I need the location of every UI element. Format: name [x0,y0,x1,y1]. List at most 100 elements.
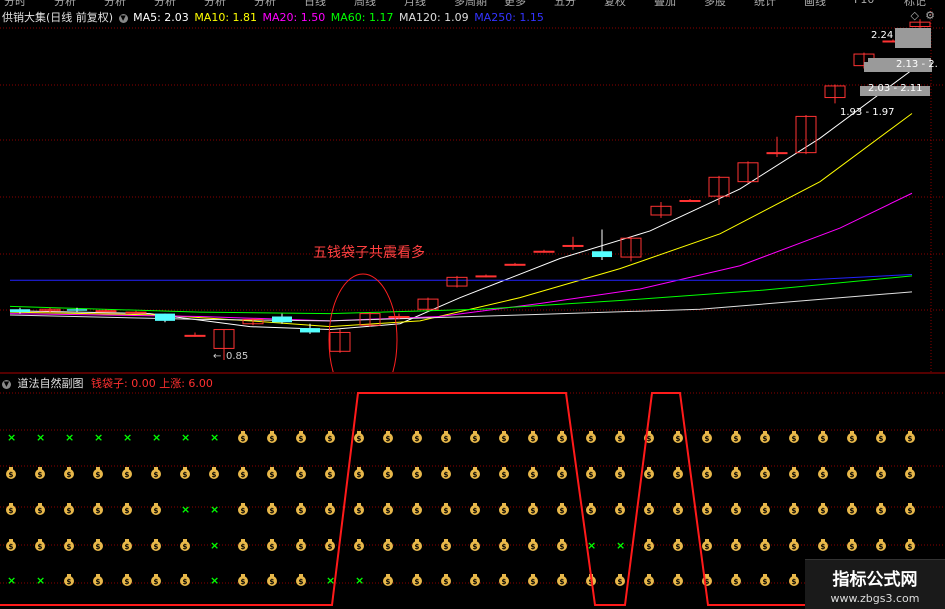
money-bag-icon: $ [412,431,422,443]
svg-text:$: $ [560,578,565,586]
money-bag-icon: $ [731,503,741,515]
svg-text:$: $ [154,471,159,479]
svg-text:$: $ [908,435,913,443]
svg-text:$: $ [96,578,101,586]
money-bag-icon: $ [615,431,625,443]
candlestick-chart: 五钱袋子共震看多 ← 0.85 2.24 2.13 - 2. 2.03 - 2.… [0,8,945,372]
money-bag-icon: $ [412,539,422,551]
svg-text:$: $ [473,578,478,586]
money-bag-icon: $ [180,574,190,586]
svg-text:$: $ [183,578,188,586]
money-bag-icon: $ [441,467,451,479]
chevron-down-icon[interactable]: ▼ [118,13,128,23]
svg-text:$: $ [444,578,449,586]
svg-text:$: $ [502,543,507,551]
chevron-down-icon[interactable]: ▼ [2,379,11,389]
svg-text:$: $ [415,435,420,443]
svg-text:$: $ [647,435,652,443]
candlestick [592,229,612,260]
svg-text:$: $ [299,507,304,515]
money-bag-icon: $ [876,431,886,443]
svg-text:$: $ [212,471,217,479]
money-bag-icon: $ [818,431,828,443]
money-bag-icon: $ [499,574,509,586]
svg-text:$: $ [241,471,246,479]
money-bag-icon: $ [499,431,509,443]
svg-text:$: $ [531,435,536,443]
svg-text:$: $ [589,471,594,479]
money-bag-icon: $ [760,503,770,515]
svg-text:$: $ [647,543,652,551]
money-bag-icon: $ [731,574,741,586]
candle-body [562,244,584,247]
money-bag-icon: $ [412,574,422,586]
svg-text:$: $ [676,435,681,443]
money-bag-icon: $ [93,539,103,551]
svg-text:$: $ [502,471,507,479]
candle-body [95,310,117,313]
svg-text:$: $ [444,507,449,515]
money-bag-icon: $ [412,503,422,515]
money-bag-icon: $ [441,574,451,586]
money-bag-icon: $ [325,539,335,551]
money-bag-icon: $ [876,503,886,515]
svg-text:$: $ [357,471,362,479]
money-bag-icon: $ [296,503,306,515]
gear-icon[interactable]: ⚙ [925,9,935,22]
svg-text:$: $ [96,543,101,551]
money-bag-icon: $ [383,431,393,443]
svg-text:$: $ [241,578,246,586]
money-bag-icon: $ [644,574,654,586]
svg-text:$: $ [589,435,594,443]
money-bag-icon: $ [6,467,16,479]
bearish-x-marker: × [616,539,625,552]
subchart-values: 钱袋子: 0.00 上涨: 6.00 [91,377,213,390]
money-bag-icon: $ [644,431,654,443]
money-bag-icon: $ [673,539,683,551]
svg-text:$: $ [270,543,275,551]
signal-line [0,392,945,606]
svg-text:$: $ [241,435,246,443]
svg-text:$: $ [328,471,333,479]
svg-text:$: $ [386,578,391,586]
money-bag-icon: $ [499,539,509,551]
svg-text:$: $ [67,507,72,515]
svg-text:$: $ [299,435,304,443]
svg-text:$: $ [705,435,710,443]
money-bag-icon: $ [296,431,306,443]
svg-text:$: $ [299,578,304,586]
money-bag-icon: $ [354,503,364,515]
money-bag-icon: $ [789,574,799,586]
svg-text:$: $ [560,471,565,479]
svg-text:$: $ [502,435,507,443]
low-price-label: ← [213,351,221,362]
money-bag-icon: $ [760,539,770,551]
money-bag-icon: $ [354,431,364,443]
money-bag-icon: $ [673,503,683,515]
svg-text:$: $ [908,471,913,479]
candlestick [795,114,817,155]
ma60-label: MA60: 1.17 [330,11,394,24]
price-label-2: 2.13 - 2. [896,59,938,70]
svg-text:$: $ [38,471,43,479]
svg-text:$: $ [618,471,623,479]
bearish-x-marker: × [7,574,16,587]
diamond-icon[interactable]: ◇ [911,9,919,22]
chart-title: 供销大集(日线 前复权) [2,11,114,24]
bearish-x-marker: × [181,431,190,444]
money-bag-icon: $ [586,574,596,586]
svg-text:$: $ [560,435,565,443]
money-bag-icon: $ [702,574,712,586]
money-bag-icon: $ [528,574,538,586]
money-bag-icon: $ [151,503,161,515]
svg-text:$: $ [444,471,449,479]
bearish-x-marker: × [7,431,16,444]
money-bag-icon: $ [789,539,799,551]
money-bag-icon: $ [383,503,393,515]
svg-text:$: $ [618,507,623,515]
svg-text:$: $ [763,543,768,551]
svg-text:$: $ [473,471,478,479]
money-bag-icon: $ [122,539,132,551]
money-bag-icon: $ [470,574,480,586]
bearish-x-marker: × [36,574,45,587]
